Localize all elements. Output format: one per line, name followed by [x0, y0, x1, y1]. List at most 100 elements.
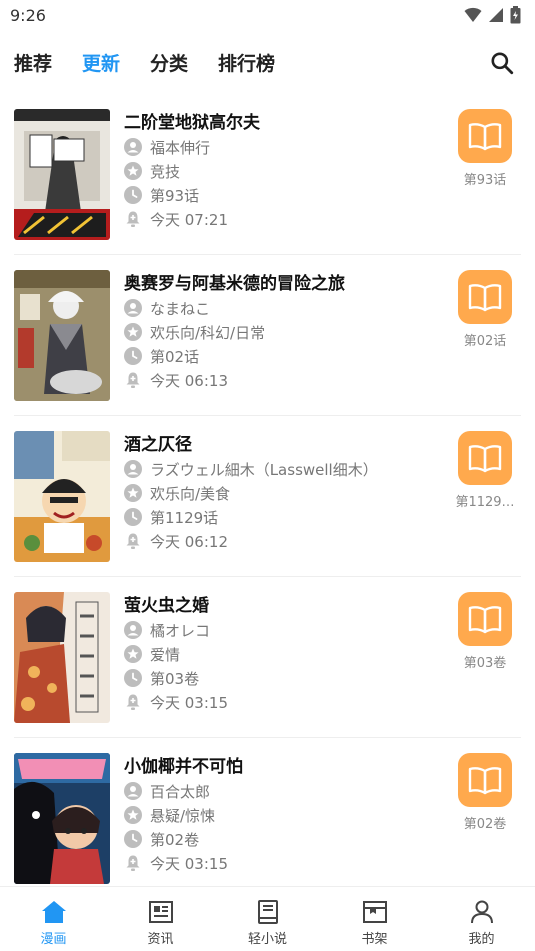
read-column: 第93话 — [449, 109, 521, 188]
read-column: 第02卷 — [449, 753, 521, 832]
open-book-icon — [468, 445, 502, 473]
item-title[interactable]: 萤火虫之婚 — [124, 594, 454, 618]
nav-label: 漫画 — [40, 932, 67, 947]
bell-icon — [126, 533, 140, 549]
clock-icon — [124, 830, 142, 848]
list-item[interactable]: 萤火虫之婚 橘オレコ 爱情 第03卷 今天 03:15 第03卷 — [14, 577, 521, 738]
item-title[interactable]: 小伽椰并不可怕 — [124, 755, 454, 779]
genre-row: 爱情 — [124, 642, 454, 666]
cover-image[interactable] — [14, 431, 110, 562]
nav-item-profile[interactable]: 我的 — [428, 887, 535, 951]
author-row: 橘オレコ — [124, 618, 454, 642]
nav-item-news[interactable]: 资讯 — [107, 887, 214, 951]
star-icon — [124, 645, 142, 663]
item-title[interactable]: 二阶堂地狱高尔夫 — [124, 111, 454, 135]
read-button[interactable] — [458, 109, 512, 163]
clock-icon — [124, 186, 142, 204]
item-chapter: 第1129话 — [150, 508, 219, 527]
updated-row: 今天 06:12 — [124, 529, 454, 553]
tab-updates[interactable]: 更新 — [82, 49, 120, 76]
item-title[interactable]: 奥赛罗与阿基米德的冒险之旅 — [124, 272, 454, 296]
author-row: ラズウェル細木（Lasswell细木） — [124, 457, 454, 481]
tab-categories[interactable]: 分类 — [150, 49, 188, 76]
list-item[interactable]: 二阶堂地狱高尔夫 福本伸行 竞技 第93话 今天 07:21 第93话 — [14, 94, 521, 255]
manga-list: 二阶堂地狱高尔夫 福本伸行 竞技 第93话 今天 07:21 第93话 奥赛罗与… — [0, 94, 535, 899]
item-genre: 竞技 — [150, 162, 181, 181]
list-item[interactable]: 奥赛罗与阿基米德的冒险之旅 なまねこ 欢乐向/科幻/日常 第02话 今天 06:… — [14, 255, 521, 416]
cover-image[interactable] — [14, 592, 110, 723]
shelf-icon — [362, 901, 387, 923]
updated-row: 今天 06:13 — [124, 368, 454, 392]
signal-icon — [489, 8, 503, 22]
read-column: 第1129… — [449, 431, 521, 510]
item-updated: 今天 06:12 — [150, 532, 228, 551]
item-author: 福本伸行 — [150, 138, 211, 157]
search-icon[interactable] — [489, 50, 515, 76]
top-tabs: 推荐 更新 分类 排行榜 — [0, 40, 535, 84]
tab-recommend[interactable]: 推荐 — [14, 49, 52, 76]
author-row: 福本伸行 — [124, 135, 454, 159]
chapter-row: 第02话 — [124, 344, 454, 368]
updated-row: 今天 03:15 — [124, 690, 454, 714]
item-title[interactable]: 酒之仄径 — [124, 433, 454, 457]
read-label[interactable]: 第02话 — [449, 330, 521, 349]
read-button[interactable] — [458, 270, 512, 324]
item-updated: 今天 06:13 — [150, 371, 228, 390]
nav-item-novels[interactable]: 轻小说 — [214, 887, 321, 951]
user-icon — [124, 782, 142, 800]
genre-row: 欢乐向/科幻/日常 — [124, 320, 454, 344]
status-bar: 9:26 — [0, 0, 535, 30]
user-icon — [124, 621, 142, 639]
bottom-nav: 漫画 资讯 轻小说 书架 我的 — [0, 886, 535, 951]
status-icons — [464, 6, 521, 24]
chapter-row: 第03卷 — [124, 666, 454, 690]
nav-label: 我的 — [468, 932, 495, 947]
item-info: 小伽椰并不可怕 百合太郎 悬疑/惊悚 第02卷 今天 03:15 — [124, 755, 454, 875]
item-updated: 今天 07:21 — [150, 210, 228, 229]
nav-item-shelf[interactable]: 书架 — [321, 887, 428, 951]
list-item[interactable]: 小伽椰并不可怕 百合太郎 悬疑/惊悚 第02卷 今天 03:15 第02卷 — [14, 738, 521, 899]
status-time: 9:26 — [10, 5, 46, 25]
updated-row: 今天 07:21 — [124, 207, 454, 231]
item-info: 奥赛罗与阿基米德的冒险之旅 なまねこ 欢乐向/科幻/日常 第02话 今天 06:… — [124, 272, 454, 392]
book-icon — [257, 900, 278, 924]
bell-icon — [126, 211, 140, 227]
item-updated: 今天 03:15 — [150, 854, 228, 873]
read-label[interactable]: 第1129… — [449, 491, 521, 510]
nav-label: 轻小说 — [247, 932, 287, 947]
item-chapter: 第02话 — [150, 347, 200, 366]
bell-icon — [126, 372, 140, 388]
bell-icon — [126, 855, 140, 871]
cover-image[interactable] — [14, 109, 110, 240]
item-info: 萤火虫之婚 橘オレコ 爱情 第03卷 今天 03:15 — [124, 594, 454, 714]
cover-image[interactable] — [14, 753, 110, 884]
cover-image[interactable] — [14, 270, 110, 401]
item-updated: 今天 03:15 — [150, 693, 228, 712]
author-row: 百合太郎 — [124, 779, 454, 803]
read-button[interactable] — [458, 592, 512, 646]
chapter-row: 第93话 — [124, 183, 454, 207]
read-button[interactable] — [458, 431, 512, 485]
nav-item-comics[interactable]: 漫画 — [0, 887, 107, 951]
nav-label: 资讯 — [147, 932, 174, 947]
read-label[interactable]: 第93话 — [449, 169, 521, 188]
chapter-row: 第02卷 — [124, 827, 454, 851]
item-chapter: 第93话 — [150, 186, 200, 205]
open-book-icon — [468, 767, 502, 795]
home-icon — [41, 901, 66, 923]
bell-icon — [126, 694, 140, 710]
open-book-icon — [468, 606, 502, 634]
read-button[interactable] — [458, 753, 512, 807]
genre-row: 欢乐向/美食 — [124, 481, 454, 505]
author-row: なまねこ — [124, 296, 454, 320]
list-item[interactable]: 酒之仄径 ラズウェル細木（Lasswell细木） 欢乐向/美食 第1129话 今… — [14, 416, 521, 577]
item-author: 百合太郎 — [150, 782, 211, 801]
read-column: 第03卷 — [449, 592, 521, 671]
item-author: なまねこ — [150, 299, 211, 318]
item-genre: 爱情 — [150, 645, 181, 664]
read-label[interactable]: 第02卷 — [449, 813, 521, 832]
battery-icon — [510, 6, 521, 24]
item-genre: 悬疑/惊悚 — [150, 806, 216, 825]
read-label[interactable]: 第03卷 — [449, 652, 521, 671]
tab-rankings[interactable]: 排行榜 — [218, 49, 275, 76]
